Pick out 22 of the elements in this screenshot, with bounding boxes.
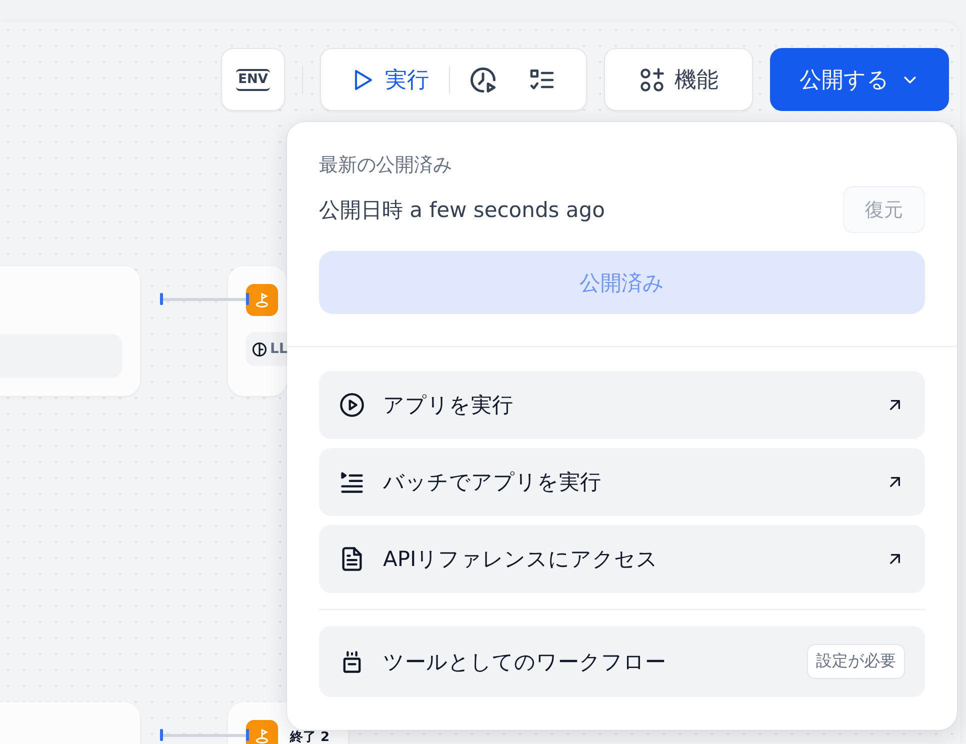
apps-add-icon bbox=[638, 66, 664, 92]
flag-icon bbox=[246, 284, 278, 316]
play-circle-icon bbox=[339, 392, 365, 418]
menu-heading: 最新の公開済み bbox=[319, 153, 453, 178]
clock-play-icon bbox=[468, 64, 498, 94]
menu-item[interactable]: バッチでアプリを実行 bbox=[319, 448, 925, 516]
flag-icon bbox=[246, 720, 278, 744]
menu-item[interactable]: APIリファレンスにアクセス bbox=[319, 525, 925, 593]
published-time: 公開日時 a few seconds ago bbox=[319, 196, 605, 224]
publish-button[interactable]: 公開する bbox=[770, 48, 949, 111]
features-button[interactable]: 機能 bbox=[604, 48, 753, 111]
menu-item[interactable]: アプリを実行 bbox=[319, 371, 925, 439]
connection-handle[interactable] bbox=[246, 293, 249, 305]
env-button[interactable]: ENV bbox=[221, 48, 285, 111]
connection-handle[interactable] bbox=[246, 729, 249, 741]
globe-icon bbox=[252, 342, 267, 356]
menu-item[interactable]: ツールとしてのワークフロー 設定が必要 bbox=[319, 626, 925, 697]
workflow-node[interactable] bbox=[0, 266, 140, 396]
node-title: 終了 2 bbox=[290, 731, 330, 744]
connection-handle[interactable] bbox=[160, 729, 163, 741]
connection-handle[interactable] bbox=[160, 293, 163, 305]
status-badge: 設定が必要 bbox=[807, 644, 905, 679]
